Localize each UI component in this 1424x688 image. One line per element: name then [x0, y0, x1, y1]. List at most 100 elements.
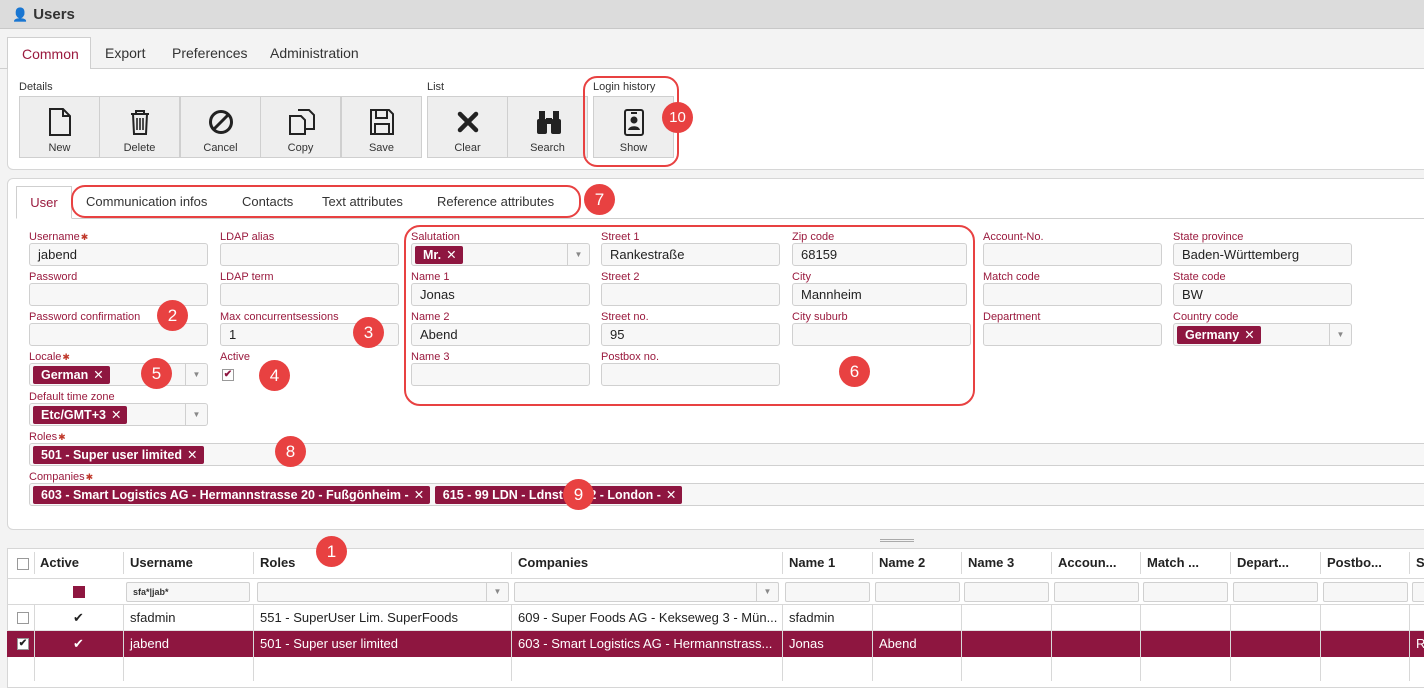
tab-user[interactable]: User [16, 186, 72, 219]
active-checkbox[interactable]: ✔ [222, 369, 234, 381]
department-filter-input[interactable] [1233, 582, 1318, 602]
col-header-match[interactable]: Match ... [1141, 548, 1199, 578]
save-disk-icon [370, 109, 394, 135]
active-label: Active [220, 351, 250, 363]
row-checkbox[interactable]: ✔ [17, 638, 29, 650]
col-header-name3[interactable]: Name 3 [962, 548, 1014, 578]
ldap-alias-field[interactable] [220, 243, 399, 266]
s-cell: R [1416, 636, 1424, 651]
account-no-field[interactable] [983, 243, 1162, 266]
state-code-field[interactable]: BW [1173, 283, 1352, 306]
col-header-name2[interactable]: Name 2 [873, 548, 925, 578]
col-separator [1140, 552, 1141, 574]
col-separator [1409, 552, 1410, 574]
annotation-badge-3: 3 [353, 317, 384, 348]
chevron-down-icon[interactable]: ▼ [756, 583, 778, 601]
account-no-label: Account-No. [983, 231, 1044, 243]
name2-cell: Abend [879, 636, 917, 651]
col-header-s[interactable]: S [1410, 548, 1424, 578]
main-tabs: Common Export Preferences Administration [0, 37, 1424, 70]
col-separator [872, 605, 873, 681]
col-header-active[interactable]: Active [34, 548, 79, 578]
window-title: 👤 Users [12, 6, 75, 23]
save-button[interactable]: Save [341, 96, 422, 158]
match-filter-input[interactable] [1143, 582, 1228, 602]
remove-chip-icon[interactable]: ✕ [111, 408, 121, 422]
state-code-label: State code [1173, 271, 1226, 283]
search-button[interactable]: Search [507, 96, 588, 158]
col-separator [253, 552, 254, 574]
select-all-checkbox[interactable] [17, 558, 29, 570]
user-icon: 👤 [12, 7, 29, 22]
col-header-department[interactable]: Depart... [1231, 548, 1289, 578]
s-filter-input[interactable] [1412, 582, 1424, 602]
chevron-down-icon[interactable]: ▼ [185, 404, 207, 425]
locale-label: Locale✱ [29, 351, 70, 363]
annotation-badge-5: 5 [141, 358, 172, 389]
account-filter-input[interactable] [1054, 582, 1139, 602]
col-header-roles[interactable]: Roles [254, 548, 295, 578]
col-separator [782, 605, 783, 681]
match-code-field[interactable] [983, 283, 1162, 306]
binoculars-icon [537, 111, 561, 134]
username-field[interactable]: jabend [29, 243, 208, 266]
col-header-companies[interactable]: Companies [512, 548, 588, 578]
subtabs-highlight [71, 185, 581, 218]
active-cell: ✔ [73, 636, 84, 651]
tab-common[interactable]: Common [7, 37, 91, 70]
remove-chip-icon[interactable]: ✕ [414, 488, 424, 502]
annotation-badge-2: 2 [157, 300, 188, 331]
locale-chip: German ✕ [33, 366, 110, 384]
chevron-down-icon[interactable]: ▼ [486, 583, 508, 601]
cancel-button[interactable]: Cancel [180, 96, 261, 158]
locale-select[interactable]: German ✕ ▼ [29, 363, 208, 386]
username-filter-input[interactable]: sfa*|jab* [126, 582, 250, 602]
companies-cell: 603 - Smart Logistics AG - Hermannstrass… [518, 636, 773, 651]
tab-export[interactable]: Export [91, 37, 159, 70]
col-separator [253, 605, 254, 681]
companies-select[interactable]: 603 - Smart Logistics AG - Hermannstrass… [29, 483, 1424, 506]
name2-filter-input[interactable] [875, 582, 960, 602]
role-chip: 501 - Super user limited ✕ [33, 446, 204, 464]
remove-chip-icon[interactable]: ✕ [666, 488, 676, 502]
col-separator [511, 605, 512, 681]
remove-chip-icon[interactable]: ✕ [1244, 328, 1254, 342]
roles-select[interactable]: 501 - Super user limited ✕ [29, 443, 1424, 466]
active-filter-checkbox[interactable] [73, 586, 85, 598]
col-header-postbox[interactable]: Postbo... [1321, 548, 1382, 578]
col-separator [123, 605, 124, 681]
ldap-term-field[interactable] [220, 283, 399, 306]
department-label: Department [983, 311, 1041, 323]
state-province-field[interactable]: Baden-Württemberg [1173, 243, 1352, 266]
col-header-name1[interactable]: Name 1 [783, 548, 835, 578]
delete-button[interactable]: Delete [99, 96, 180, 158]
username-label: Username✱ [29, 231, 89, 243]
chevron-down-icon[interactable]: ▼ [1329, 324, 1351, 345]
roles-filter-select[interactable]: ▼ [257, 582, 509, 602]
clear-button[interactable]: Clear [427, 96, 508, 158]
col-header-account[interactable]: Accoun... [1052, 548, 1117, 578]
col-separator [123, 552, 124, 574]
remove-chip-icon[interactable]: ✕ [187, 448, 197, 462]
annotation-badge-6: 6 [839, 356, 870, 387]
remove-chip-icon[interactable]: ✕ [93, 368, 103, 382]
name3-filter-input[interactable] [964, 582, 1049, 602]
col-separator [1320, 552, 1321, 574]
tab-preferences[interactable]: Preferences [158, 37, 261, 70]
postbox-filter-input[interactable] [1323, 582, 1408, 602]
row-checkbox[interactable] [17, 612, 29, 624]
new-button[interactable]: New [19, 96, 100, 158]
country-code-select[interactable]: Germany ✕ ▼ [1173, 323, 1352, 346]
state-province-label: State province [1173, 231, 1244, 243]
chevron-down-icon[interactable]: ▼ [185, 364, 207, 385]
name1-cell: Jonas [789, 636, 824, 651]
subtab-divider [16, 218, 1424, 219]
tab-administration[interactable]: Administration [256, 37, 373, 70]
companies-filter-select[interactable]: ▼ [514, 582, 779, 602]
col-header-username[interactable]: Username [124, 548, 193, 578]
copy-button[interactable]: Copy [260, 96, 341, 158]
department-field[interactable] [983, 323, 1162, 346]
time-zone-select[interactable]: Etc/GMT+3 ✕ ▼ [29, 403, 208, 426]
name1-filter-input[interactable] [785, 582, 870, 602]
pane-splitter-handle[interactable] [880, 539, 914, 542]
